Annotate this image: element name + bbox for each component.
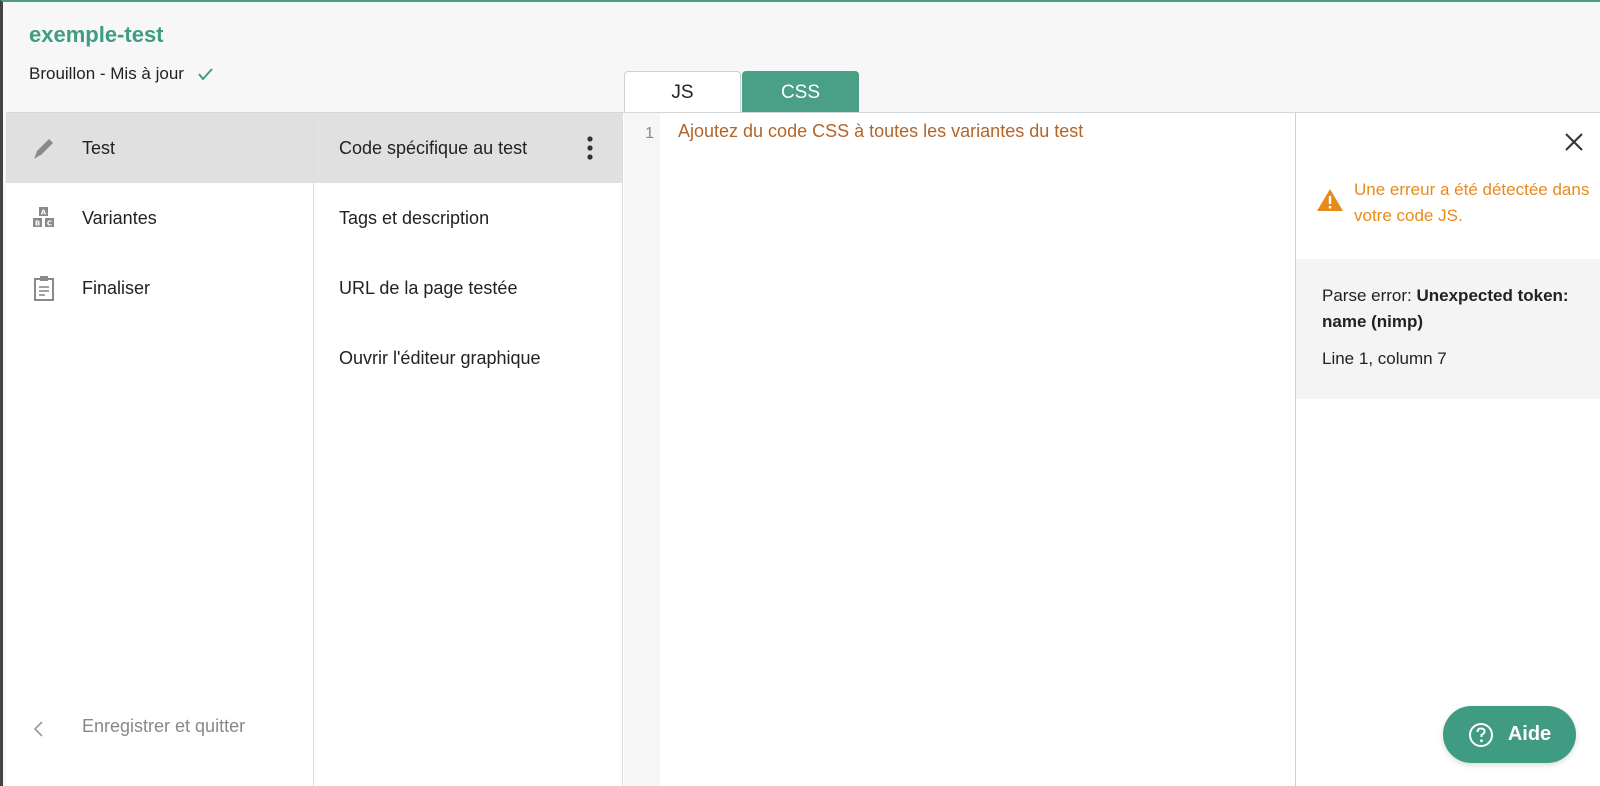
submenu-item-code[interactable]: Code spécifique au test bbox=[314, 113, 622, 183]
submenu-item-label: Tags et description bbox=[339, 207, 490, 228]
sidebar-item-label: Variantes bbox=[82, 207, 157, 228]
svg-text:C: C bbox=[47, 220, 52, 228]
warning-icon bbox=[1317, 189, 1343, 211]
sidebar: Test A B C Variantes Finaliser Enregistr… bbox=[6, 113, 314, 786]
error-location: Line 1, column 7 bbox=[1322, 349, 1447, 368]
help-button[interactable]: Aide bbox=[1443, 706, 1576, 763]
sidebar-item-test[interactable]: Test bbox=[6, 113, 313, 183]
editor-placeholder: Ajoutez du code CSS à toutes les variant… bbox=[678, 121, 1084, 141]
sidebar-item-finaliser[interactable]: Finaliser bbox=[6, 253, 313, 323]
code-editor[interactable]: 1 Ajoutez du code CSS à toutes les varia… bbox=[624, 113, 1295, 786]
question-circle-icon bbox=[1468, 722, 1493, 747]
submenu-item-label: Code spécifique au test bbox=[339, 137, 528, 158]
submenu-item-editor[interactable]: Ouvrir l'éditeur graphique bbox=[314, 323, 622, 393]
error-warning-text: Une erreur a été détectée dans votre cod… bbox=[1354, 180, 1590, 225]
close-icon[interactable] bbox=[1563, 131, 1585, 153]
main-area: Test A B C Variantes Finaliser Enregistr… bbox=[6, 112, 1600, 786]
svg-text:A: A bbox=[41, 209, 47, 217]
svg-text:B: B bbox=[35, 220, 40, 228]
submenu-item-tags[interactable]: Tags et description bbox=[314, 183, 622, 253]
submenu-item-label: Ouvrir l'éditeur graphique bbox=[339, 347, 541, 368]
save-quit-button[interactable]: Enregistrer et quitter bbox=[6, 701, 314, 751]
error-message: Parse error: Unexpected token: name (nim… bbox=[1322, 283, 1578, 335]
sidebar-item-variantes[interactable]: A B C Variantes bbox=[6, 183, 313, 253]
pencil-icon bbox=[34, 139, 53, 159]
more-vertical-icon[interactable] bbox=[586, 135, 594, 161]
submenu: Code spécifique au test Tags et descript… bbox=[314, 113, 623, 786]
status-text: Brouillon - Mis à jour bbox=[29, 64, 184, 83]
save-status: Brouillon - Mis à jour bbox=[29, 64, 214, 84]
error-prefix: Parse error: bbox=[1322, 286, 1417, 305]
error-panel: Une erreur a été détectée dans votre cod… bbox=[1295, 113, 1600, 786]
submenu-item-label: URL de la page testée bbox=[339, 277, 518, 298]
tab-css[interactable]: CSS bbox=[742, 71, 859, 113]
line-gutter: 1 bbox=[624, 113, 660, 786]
sidebar-item-label: Finaliser bbox=[82, 277, 151, 298]
error-details: Parse error: Unexpected token: name (nim… bbox=[1296, 259, 1600, 399]
sidebar-item-label: Test bbox=[82, 137, 116, 158]
chevron-left-icon bbox=[33, 721, 43, 737]
help-button-label: Aide bbox=[1507, 723, 1552, 745]
app-window: exemple-test Brouillon - Mis à jour JS C… bbox=[0, 0, 1600, 786]
tab-js[interactable]: JS bbox=[624, 71, 741, 113]
page-title: exemple-test bbox=[29, 22, 164, 47]
check-icon bbox=[198, 68, 213, 81]
editor-tabs: JS CSS bbox=[624, 71, 859, 113]
line-number: 1 bbox=[645, 125, 654, 142]
save-quit-label: Enregistrer et quitter bbox=[82, 715, 246, 736]
clipboard-icon bbox=[34, 276, 54, 301]
submenu-item-url[interactable]: URL de la page testée bbox=[314, 253, 622, 323]
abc-blocks-icon: A B C bbox=[33, 207, 54, 228]
